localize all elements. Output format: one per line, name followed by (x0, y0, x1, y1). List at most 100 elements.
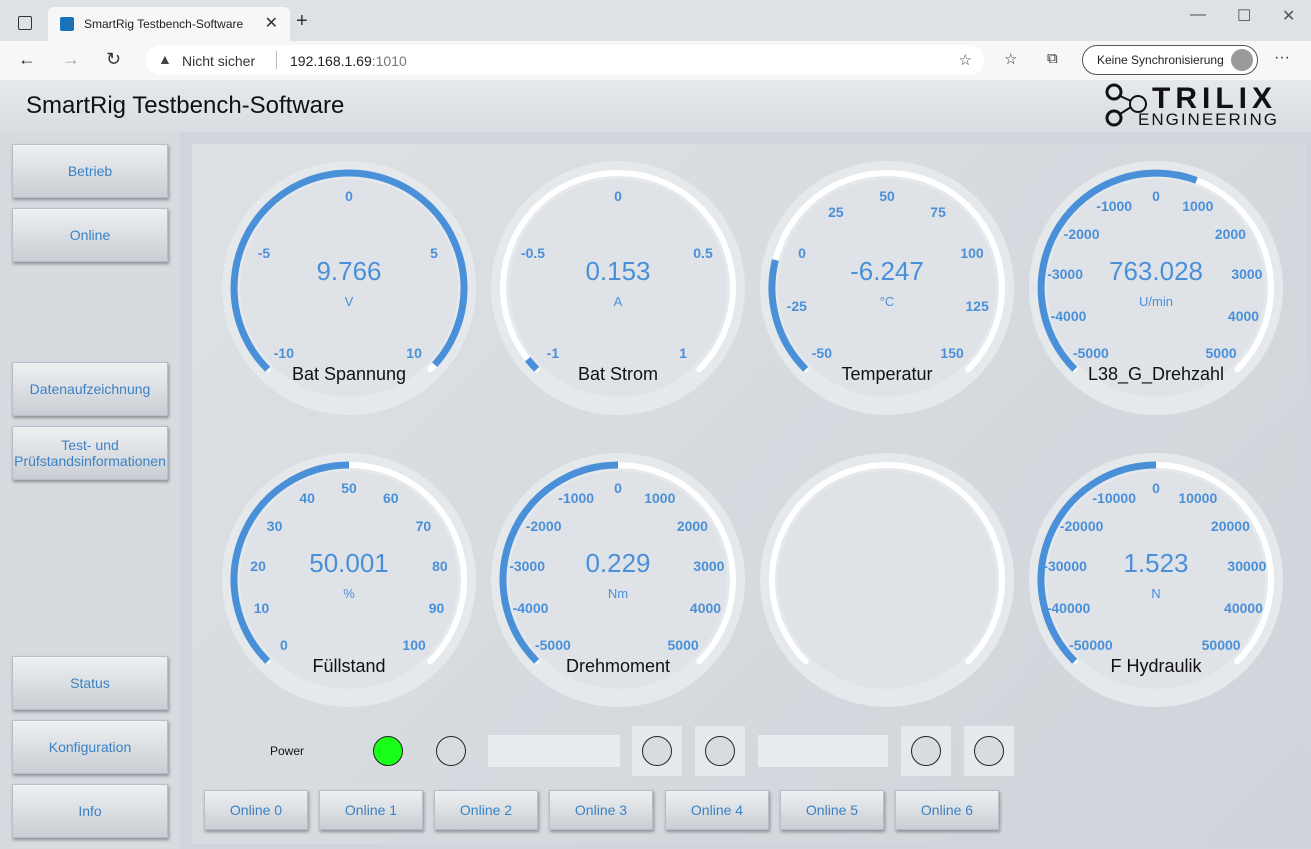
forward-icon[interactable]: → (62, 49, 80, 70)
gauge-tick-label: 40 (299, 490, 315, 506)
gauge-unit: Nm (607, 586, 629, 601)
gauge-tick-label: 30 (266, 517, 283, 534)
status-field (488, 735, 620, 767)
gauge-tick-label: -2000 (1063, 225, 1100, 242)
gauge-tick-label: 5000 (667, 637, 699, 654)
status-led (911, 736, 941, 766)
gauge-tick-label: 150 (940, 345, 964, 362)
sync-button[interactable]: Keine Synchronisierung (1082, 45, 1258, 75)
gauge-tick-label: -10000 (1092, 490, 1136, 506)
gauge-tick-label: 0 (279, 637, 288, 654)
online-5-button[interactable]: Online 5 (780, 790, 884, 830)
status-led (642, 736, 672, 766)
online-1-button[interactable]: Online 1 (319, 790, 423, 830)
tab-close-icon[interactable]: ✕ (265, 13, 278, 33)
collections-icon[interactable]: ⧉ (1047, 50, 1058, 67)
add-favorite-icon[interactable]: ☆ (959, 51, 972, 69)
gauge-tick-label: 75 (930, 203, 946, 220)
gauge-unit: A (613, 294, 623, 309)
sidebar-item-info[interactable]: Info (12, 784, 168, 838)
online-3-button[interactable]: Online 3 (549, 790, 653, 830)
gauge-tick-label: -1 (546, 345, 560, 362)
online-2-button[interactable]: Online 2 (434, 790, 538, 830)
gauge-tick-label: 10 (406, 345, 422, 362)
online-0-button[interactable]: Online 0 (204, 790, 308, 830)
gauge-tick-label: 0 (1152, 188, 1160, 204)
gauge-title: L38_G_Drehzahl (1087, 364, 1225, 384)
avatar (1231, 49, 1253, 71)
gauge: -10 -5 0 5 10 9.766 V Bat Spannung (221, 160, 477, 416)
gauge-tick-label: 90 (428, 600, 445, 617)
sidebar-item-online[interactable]: Online (12, 208, 168, 262)
more-icon[interactable]: ··· (1274, 49, 1290, 67)
gauge: -50 -25 0 25 50 75 100 125 150 -6.247 °C Temperatur (759, 160, 1015, 416)
gauge-title: Drehmoment (565, 656, 671, 676)
address-divider (276, 51, 277, 69)
gauge-value: 763.028 (1109, 256, 1203, 286)
gauge-unit: % (343, 586, 355, 601)
back-icon[interactable]: ← (18, 49, 36, 70)
minimize-icon[interactable]: — (1190, 6, 1206, 24)
gauge-tick-label: 1000 (1182, 198, 1214, 214)
sidebar-item-status[interactable]: Status (12, 656, 168, 710)
gauge-tick-label: 2000 (676, 517, 708, 534)
gauge-tick-label: 1 (679, 345, 687, 362)
gauge-title: Bat Spannung (291, 364, 407, 384)
browser-tab[interactable]: SmartRig Testbench-Software ✕ (48, 7, 290, 41)
favorites-icon[interactable]: ☆ (1004, 50, 1017, 68)
warning-icon: ▲ (158, 51, 172, 67)
window-menu-icon[interactable] (18, 16, 32, 30)
gauge-unit: V (344, 294, 354, 309)
sidebar-item-betrieb[interactable]: Betrieb (12, 144, 168, 198)
sidebar-item-test-info[interactable]: Test- und Prüfstandsinformationen (12, 426, 168, 480)
online-6-button[interactable]: Online 6 (895, 790, 999, 830)
sidebar-item-konfiguration[interactable]: Konfiguration (12, 720, 168, 774)
sidebar-item-datenaufzeichnung[interactable]: Datenaufzeichnung (12, 362, 168, 416)
address-bar[interactable]: ▲ Nicht sicher 192.168.1.69:1010 ☆ (146, 45, 984, 75)
gauge-tick-label: 50 (879, 188, 895, 204)
gauge-tick-label: 1000 (644, 490, 676, 506)
logo-bottom-text: ENGINEERING (1138, 110, 1280, 129)
gauge-tick-label: 0 (1152, 480, 1160, 496)
gauge-value: 0.153 (585, 256, 651, 286)
power-label: Power (270, 744, 305, 758)
url-text: 192.168.1.69:1010 (290, 53, 407, 69)
gauge (759, 452, 1015, 708)
reload-icon[interactable]: ↻ (106, 49, 121, 70)
tab-title: SmartRig Testbench-Software (84, 17, 244, 31)
new-tab-icon[interactable]: + (296, 10, 308, 33)
gauge-tick-label: 5000 (1205, 345, 1237, 362)
gauge-unit: U/min (1139, 294, 1173, 309)
gauge-title: F Hydraulik (1110, 656, 1202, 676)
gauge-tick-label: -5000 (1072, 345, 1109, 362)
gauge-title: Füllstand (312, 656, 386, 676)
gauge-tick-label: -2000 (525, 517, 562, 534)
status-led (705, 736, 735, 766)
gauge: -5000 -4000 -3000 -2000 -1000 0 1000 2000 3000 40… (1028, 160, 1284, 416)
gauge-tick-label: 70 (415, 517, 432, 534)
gauge-value: 50.001 (309, 548, 389, 578)
status-led (974, 736, 1004, 766)
gauge-tick-label: 10000 (1178, 490, 1218, 506)
gauge-tick-label: -4000 (1050, 308, 1087, 325)
gauge-tick-label: 4000 (689, 600, 722, 617)
gauge-tick-label: -5000 (534, 637, 571, 654)
online-4-button[interactable]: Online 4 (665, 790, 769, 830)
app-title: SmartRig Testbench-Software (26, 92, 345, 119)
gauge-tick-label: 50 (341, 480, 357, 496)
maximize-icon[interactable]: ☐ (1237, 6, 1251, 26)
gauge-tick-label: 0 (614, 480, 622, 496)
gauge-tick-label: 2000 (1214, 225, 1246, 242)
gauge-tick-label: 0 (614, 188, 622, 204)
gauge-title: Temperatur (841, 364, 933, 384)
gauge: -50000 -40000 -30000 -20000 -10000 0 10000 2000… (1028, 452, 1284, 708)
gauge-tick-label: -20000 (1059, 517, 1104, 534)
window-close-icon[interactable]: ✕ (1282, 6, 1295, 26)
gauge-tick-label: 0 (345, 188, 353, 204)
gauge-tick-label: 25 (828, 203, 844, 220)
company-logo: TRILIX ENGINEERING (1100, 82, 1290, 130)
gauge-tick-label: 100 (402, 637, 426, 654)
status-led (436, 736, 466, 766)
gauge-value: 0.229 (585, 548, 651, 578)
gauge-tick-label: -4000 (512, 600, 549, 617)
